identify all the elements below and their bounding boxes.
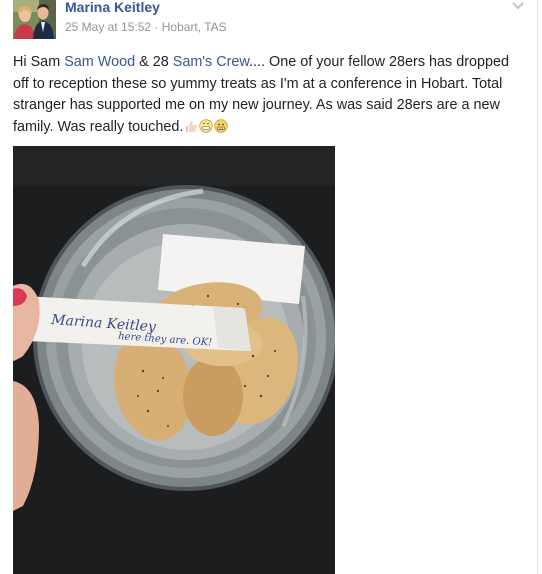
facebook-post: Marina Keitley 25 May at 15:52 · Hobart,…: [0, 0, 542, 574]
post-meta: 25 May at 15:52 · Hobart, TAS: [65, 20, 227, 34]
thumbs-up-icon: [186, 120, 198, 132]
tag-sam-wood[interactable]: Sam Wood: [64, 54, 135, 70]
post-text-and: & 28: [135, 54, 173, 70]
post-location[interactable]: Hobart, TAS: [162, 20, 227, 34]
post-timestamp[interactable]: 25 May at 15:52: [65, 20, 151, 34]
tag-sams-crew[interactable]: Sam's Crew: [173, 54, 249, 70]
post-photo[interactable]: Marina Keitley here they are. OK!: [13, 146, 335, 574]
grin-icon: [199, 118, 214, 133]
post-text: Hi Sam Sam Wood & 28 Sam's Crew.... One …: [13, 52, 523, 138]
meta-separator: ·: [154, 20, 159, 34]
post-text-intro: Hi Sam: [13, 54, 65, 70]
chevron-down-icon[interactable]: [510, 0, 526, 12]
avatar-photo: [13, 0, 56, 39]
post-border: [537, 0, 538, 574]
photo-cookies-jar: Marina Keitley here they are. OK!: [13, 146, 335, 574]
author-name[interactable]: Marina Keitley: [65, 0, 160, 15]
author-avatar[interactable]: [13, 0, 56, 39]
grimace-icon: [214, 118, 229, 133]
